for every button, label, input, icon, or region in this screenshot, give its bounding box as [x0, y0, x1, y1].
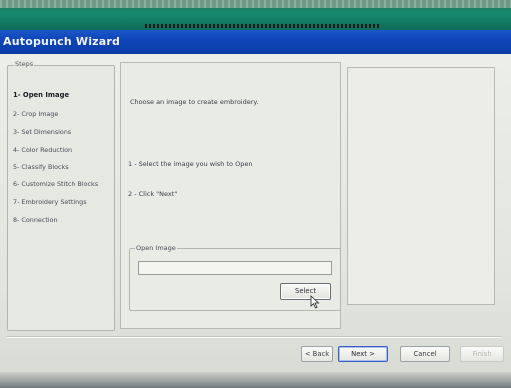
open-image-group: Open Image Select [129, 244, 341, 311]
step-embroidery-settings: 7- Embroidery Settings [13, 198, 87, 206]
cancel-button[interactable]: Cancel [400, 346, 450, 362]
instruction-2: 2 - Click "Next" [128, 190, 178, 198]
step-color-reduction: 4- Color Reduction [13, 146, 73, 154]
step-customize-stitch-blocks: 6- Customize Stitch Blocks [13, 180, 99, 188]
desktop-ruler [0, 0, 511, 8]
title-bar[interactable]: Autopunch Wizard [0, 30, 511, 54]
open-image-legend: Open Image [135, 244, 177, 252]
finish-button[interactable]: Finish [460, 346, 504, 362]
window-bottom-edge [0, 372, 511, 388]
steps-panel: Steps 1- Open Image 2- Crop Image 3- Set… [7, 60, 115, 331]
image-path-field[interactable] [138, 261, 332, 275]
divider [7, 336, 501, 338]
step-connection: 8- Connection [13, 216, 58, 224]
screen: Autopunch Wizard Steps 1- Open Image 2- … [0, 0, 511, 388]
instruction-1: 1 - Select the image you wish to Open [128, 160, 253, 168]
step-open-image: 1- Open Image [13, 91, 70, 99]
desktop-dotted-line [145, 24, 380, 28]
mouse-cursor-icon [310, 295, 320, 309]
content-panel: Choose an image to create embroidery. 1 … [120, 62, 341, 329]
intro-text: Choose an image to create embroidery. [130, 98, 259, 106]
steps-legend: Steps [14, 60, 35, 68]
image-preview [347, 67, 495, 305]
step-set-dimensions: 3- Set Dimensions [13, 128, 72, 136]
back-button[interactable]: < Back [301, 346, 333, 362]
wizard-window: Steps 1- Open Image 2- Crop Image 3- Set… [0, 54, 511, 388]
window-title: Autopunch Wizard [3, 35, 121, 48]
step-crop-image: 2- Crop Image [13, 110, 59, 118]
next-button[interactable]: Next > [338, 346, 388, 362]
step-classify-blocks: 5- Classify Blocks [13, 163, 69, 171]
select-button[interactable]: Select [280, 283, 331, 300]
